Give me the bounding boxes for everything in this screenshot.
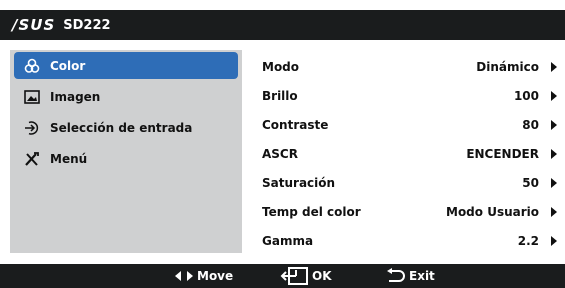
arrow-right-icon[interactable] xyxy=(551,226,557,255)
setting-label: Gamma xyxy=(262,233,314,248)
setting-value: 80 xyxy=(522,117,539,132)
setting-value: Modo Usuario xyxy=(446,204,539,219)
setting-row-gamma[interactable]: Gamma 2.2 xyxy=(262,226,557,255)
arrow-right-icon[interactable] xyxy=(551,52,557,81)
setting-value: 2.2 xyxy=(517,233,539,248)
osd-window: /SUS SD222 Color Imagen Selección de ent… xyxy=(0,0,565,288)
osd-footer: Move OK Exit xyxy=(0,264,565,288)
setting-row-temp-color[interactable]: Temp del color Modo Usuario xyxy=(262,197,557,226)
enter-icon xyxy=(280,267,308,285)
osd-body: Color Imagen Selección de entrada Menú M… xyxy=(0,40,565,264)
setting-value: ENCENDER xyxy=(466,146,539,161)
setting-label: Temp del color xyxy=(262,204,361,219)
sidebar: Color Imagen Selección de entrada Menú xyxy=(10,50,242,253)
exit-label: Exit xyxy=(409,269,435,283)
color-palette-icon xyxy=(22,58,42,74)
move-hint: Move xyxy=(175,264,233,288)
sidebar-item-input-selection[interactable]: Selección de entrada xyxy=(14,114,238,141)
brand-logo: /SUS xyxy=(12,16,56,34)
setting-row-modo[interactable]: Modo Dinámico xyxy=(262,52,557,81)
ok-button[interactable]: OK xyxy=(280,264,332,288)
arrow-right-icon[interactable] xyxy=(551,110,557,139)
setting-value: Dinámico xyxy=(476,59,539,74)
setting-label: Contraste xyxy=(262,117,329,132)
setting-value: 100 xyxy=(513,88,539,103)
osd-header: /SUS SD222 xyxy=(0,10,565,40)
sidebar-item-color[interactable]: Color xyxy=(14,52,238,79)
arrow-right-icon[interactable] xyxy=(551,81,557,110)
setting-row-brillo[interactable]: Brillo 100 xyxy=(262,81,557,110)
setting-label: Modo xyxy=(262,59,300,74)
sidebar-item-menu[interactable]: Menú xyxy=(14,145,238,172)
image-icon xyxy=(22,89,42,105)
left-right-arrows-icon xyxy=(175,271,193,281)
arrow-right-icon[interactable] xyxy=(551,168,557,197)
setting-label: Saturación xyxy=(262,175,336,190)
arrow-right-icon[interactable] xyxy=(551,139,557,168)
sidebar-item-imagen[interactable]: Imagen xyxy=(14,83,238,110)
input-source-icon xyxy=(22,120,42,136)
setting-label: ASCR xyxy=(262,146,298,161)
sidebar-item-label: Selección de entrada xyxy=(50,120,193,135)
setting-row-saturacion[interactable]: Saturación 50 xyxy=(262,168,557,197)
setting-label: Brillo xyxy=(262,88,298,103)
arrow-right-icon[interactable] xyxy=(551,197,557,226)
sidebar-item-label: Menú xyxy=(50,151,88,166)
exit-button[interactable]: Exit xyxy=(385,264,435,288)
setting-row-contraste[interactable]: Contraste 80 xyxy=(262,110,557,139)
ok-label: OK xyxy=(312,269,332,283)
sidebar-item-label: Imagen xyxy=(50,89,101,104)
setting-value: 50 xyxy=(522,175,539,190)
model-name: SD222 xyxy=(63,17,111,33)
setting-row-ascr[interactable]: ASCR ENCENDER xyxy=(262,139,557,168)
move-label: Move xyxy=(197,269,234,283)
settings-list: Modo Dinámico Brillo 100 Contraste 80 AS… xyxy=(262,52,557,252)
back-arrow-icon xyxy=(387,268,405,282)
sidebar-item-label: Color xyxy=(50,58,86,73)
tools-icon xyxy=(22,151,42,167)
